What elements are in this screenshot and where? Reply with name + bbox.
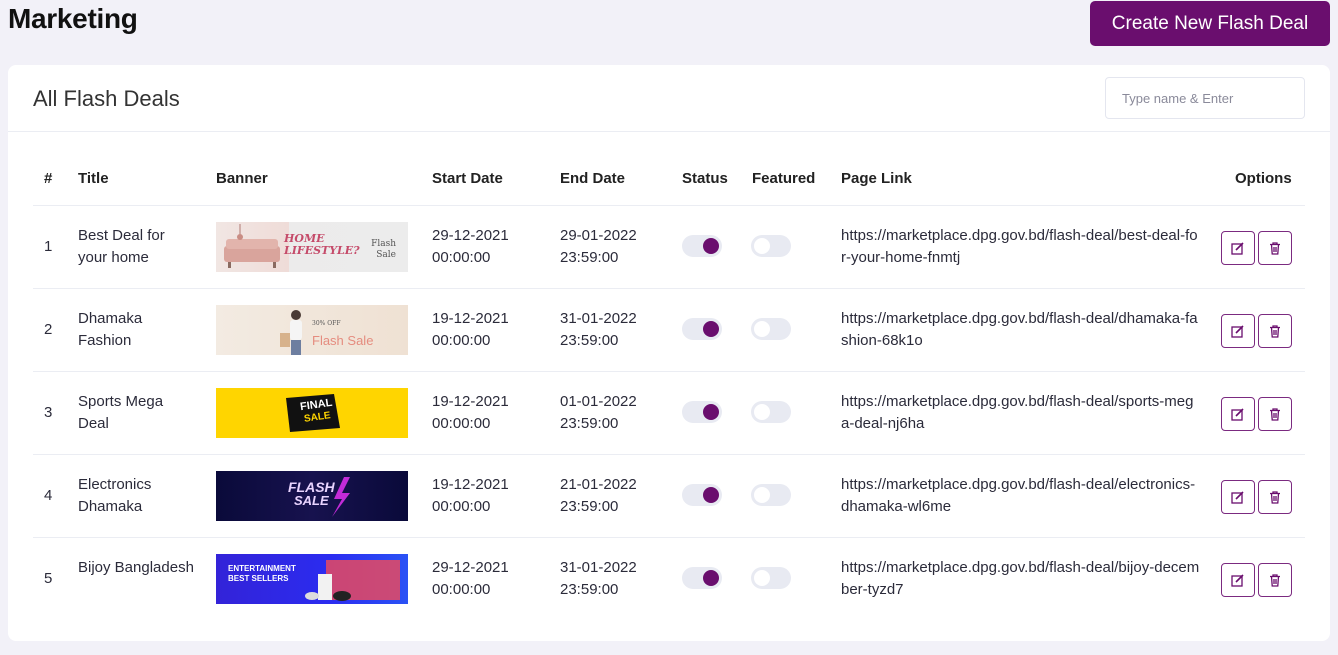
- start-date: 29-12-2021 00:00:00: [432, 559, 509, 598]
- deal-banner-image: FINAL SALE: [216, 388, 408, 438]
- deal-title: Electronics Dhamaka: [78, 476, 152, 515]
- page-link: https://marketplace.dpg.gov.bd/flash-dea…: [841, 559, 1200, 598]
- edit-button[interactable]: [1221, 563, 1255, 597]
- edit-icon: [1231, 574, 1244, 587]
- page-link: https://marketplace.dpg.gov.bd/flash-dea…: [841, 393, 1194, 432]
- status-toggle[interactable]: [682, 318, 722, 340]
- start-date: 19-12-2021 00:00:00: [432, 476, 509, 515]
- edit-button[interactable]: [1221, 231, 1255, 265]
- banner-headline: ENTERTAINMENT: [228, 564, 296, 573]
- trash-icon: [1270, 242, 1280, 255]
- edit-icon: [1231, 491, 1244, 504]
- end-date: 31-01-2022 23:59:00: [560, 559, 637, 598]
- create-flash-deal-button[interactable]: Create New Flash Deal: [1090, 1, 1330, 46]
- trash-icon: [1270, 408, 1280, 421]
- delete-button[interactable]: [1258, 397, 1292, 431]
- column-header-featured: Featured: [752, 170, 816, 187]
- column-header-page-link: Page Link: [841, 170, 912, 187]
- edit-icon: [1231, 408, 1244, 421]
- column-header-index: #: [44, 170, 53, 187]
- delete-button[interactable]: [1258, 480, 1292, 514]
- table-row: 5 Bijoy Bangladesh ENTERTAINMENT BEST SE…: [33, 538, 1305, 621]
- banner-headline: 30% OFF: [312, 320, 341, 327]
- deal-banner-image: HOME LIFESTYLE? Flash Sale: [216, 222, 408, 272]
- featured-toggle[interactable]: [751, 318, 791, 340]
- table-row: 2 Dhamaka Fashion 30% OFF Flash Sale 19-…: [33, 289, 1305, 372]
- deal-title: Best Deal for your home: [78, 227, 165, 266]
- trash-icon: [1270, 574, 1280, 587]
- end-date: 21-01-2022 23:59:00: [560, 476, 637, 515]
- end-date: 29-01-2022 23:59:00: [560, 227, 637, 266]
- trash-icon: [1270, 325, 1280, 338]
- table-row: 4 Electronics Dhamaka FLASH SALE 19-12-2…: [33, 455, 1305, 538]
- row-index: 4: [44, 487, 53, 504]
- delete-button[interactable]: [1258, 563, 1292, 597]
- table-header: # Title Banner Start Date End Date Statu…: [33, 156, 1305, 206]
- featured-toggle[interactable]: [751, 567, 791, 589]
- page-title: Marketing: [8, 3, 138, 34]
- delete-button[interactable]: [1258, 314, 1292, 348]
- deal-banner-image: 30% OFF Flash Sale: [216, 305, 408, 355]
- banner-subtext: Flash Sale: [312, 333, 374, 348]
- status-toggle[interactable]: [682, 484, 722, 506]
- end-date: 01-01-2022 23:59:00: [560, 393, 637, 432]
- edit-button[interactable]: [1221, 397, 1255, 431]
- banner-subtext: Flash Sale: [371, 239, 396, 260]
- row-index: 3: [44, 404, 53, 421]
- page-link: https://marketplace.dpg.gov.bd/flash-dea…: [841, 310, 1198, 349]
- banner-subtext: BEST SELLERS: [228, 574, 289, 583]
- column-header-banner: Banner: [216, 170, 268, 187]
- banner-headline: HOME LIFESTYLE?: [284, 232, 360, 257]
- deal-title: Dhamaka Fashion: [78, 310, 143, 349]
- row-index: 5: [44, 570, 53, 587]
- deal-title: Sports Mega Deal: [78, 393, 164, 432]
- search-input[interactable]: [1105, 77, 1305, 119]
- deal-banner-image: FLASH SALE: [216, 471, 408, 521]
- card-header: All Flash Deals: [8, 65, 1330, 132]
- column-header-start-date: Start Date: [432, 170, 503, 187]
- edit-icon: [1231, 325, 1244, 338]
- featured-toggle[interactable]: [751, 235, 791, 257]
- start-date: 19-12-2021 00:00:00: [432, 393, 509, 432]
- edit-button[interactable]: [1221, 314, 1255, 348]
- column-header-options: Options: [1235, 170, 1292, 187]
- deal-banner-image: ENTERTAINMENT BEST SELLERS: [216, 554, 408, 604]
- status-toggle[interactable]: [682, 235, 722, 257]
- column-header-title: Title: [78, 170, 109, 187]
- table-row: 3 Sports Mega Deal FINAL SALE 19-12-2021…: [33, 372, 1305, 455]
- banner-subtext: SALE: [294, 493, 329, 508]
- end-date: 31-01-2022 23:59:00: [560, 310, 637, 349]
- start-date: 19-12-2021 00:00:00: [432, 310, 509, 349]
- page-link: https://marketplace.dpg.gov.bd/flash-dea…: [841, 227, 1198, 266]
- row-index: 1: [44, 238, 53, 255]
- deal-title: Bijoy Bangladesh: [78, 559, 194, 576]
- flash-deals-card: All Flash Deals # Title Banner Start Dat…: [8, 65, 1330, 641]
- trash-icon: [1270, 491, 1280, 504]
- table-row: 1 Best Deal for your home HOME LIFESTYLE…: [33, 206, 1305, 289]
- start-date: 29-12-2021 00:00:00: [432, 227, 509, 266]
- status-toggle[interactable]: [682, 567, 722, 589]
- featured-toggle[interactable]: [751, 484, 791, 506]
- flash-deals-table: # Title Banner Start Date End Date Statu…: [33, 156, 1305, 621]
- edit-icon: [1231, 242, 1244, 255]
- column-header-end-date: End Date: [560, 170, 626, 187]
- status-toggle[interactable]: [682, 401, 722, 423]
- delete-button[interactable]: [1258, 231, 1292, 265]
- row-index: 2: [44, 321, 53, 338]
- column-header-status: Status: [682, 170, 728, 187]
- featured-toggle[interactable]: [751, 401, 791, 423]
- edit-button[interactable]: [1221, 480, 1255, 514]
- card-title: All Flash Deals: [33, 86, 180, 111]
- page-link: https://marketplace.dpg.gov.bd/flash-dea…: [841, 476, 1196, 515]
